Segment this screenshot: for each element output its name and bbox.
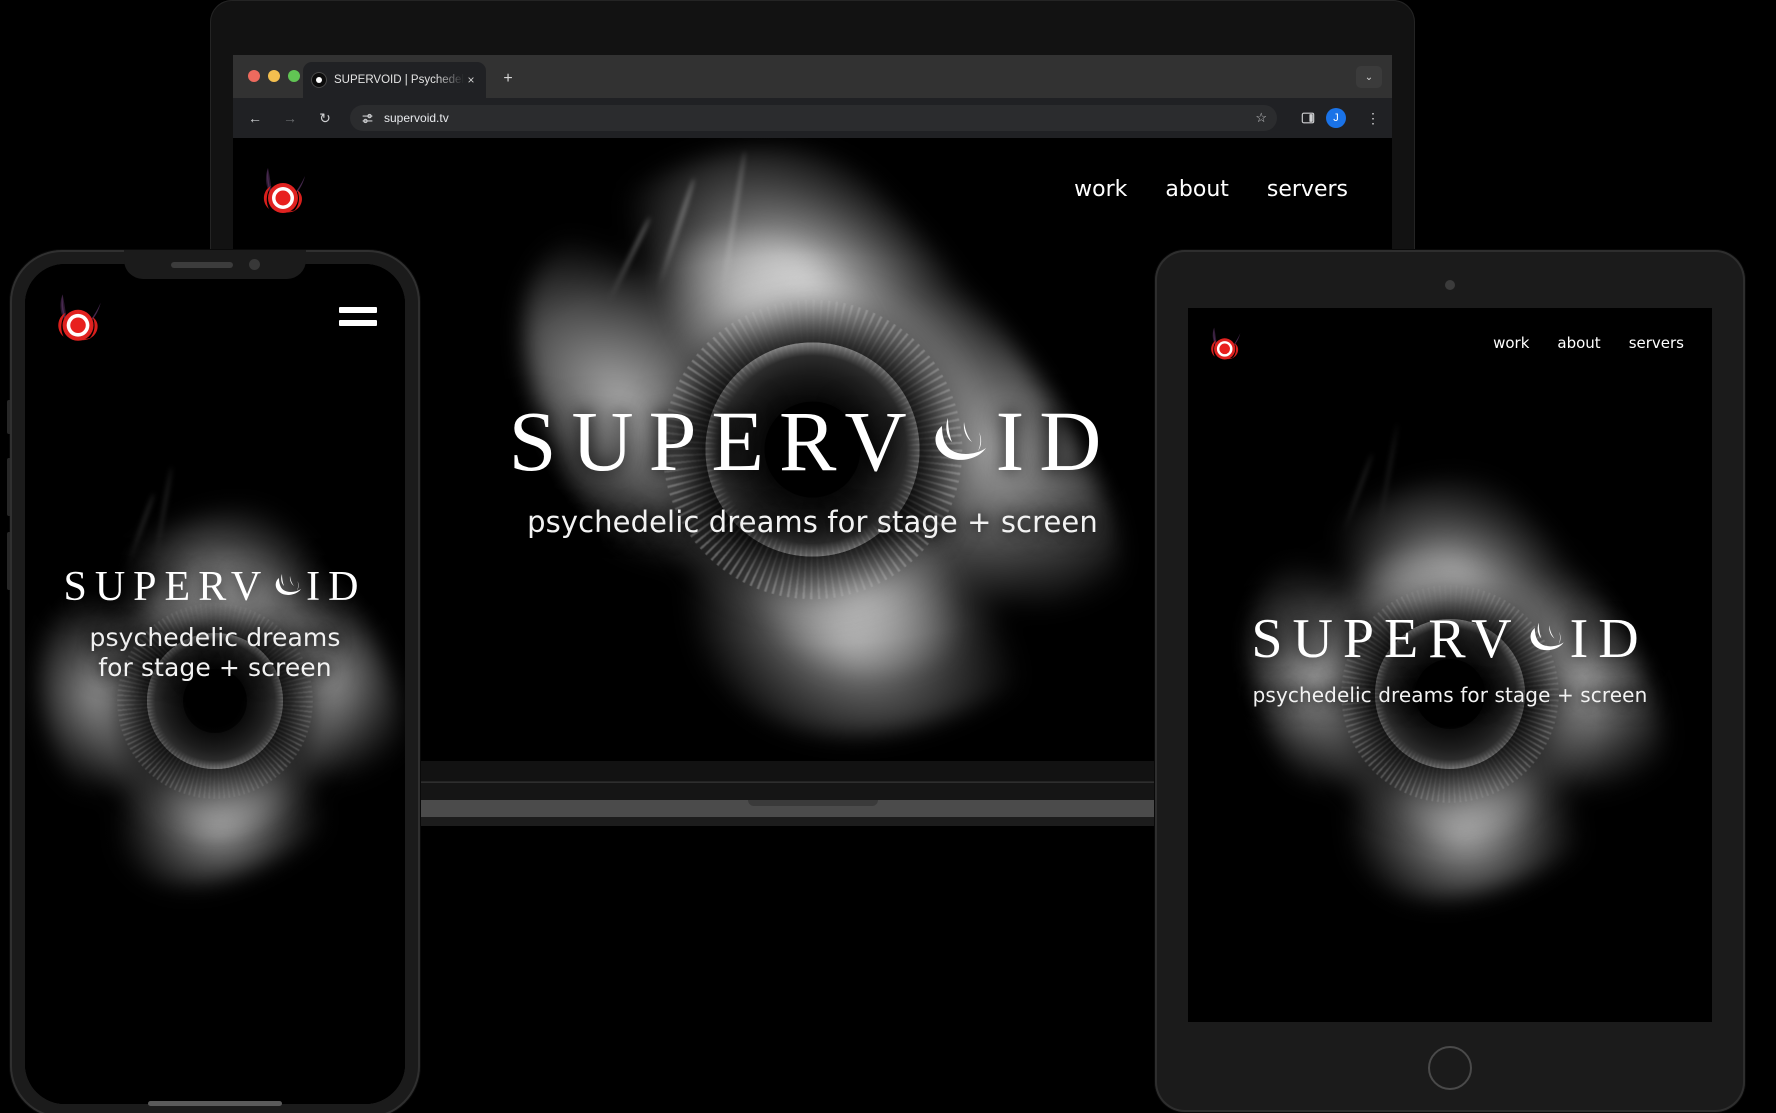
supervoid-favicon (311, 72, 327, 88)
phone-notch (124, 250, 306, 279)
side-panel-icon[interactable] (1295, 105, 1321, 131)
window-zoom-button[interactable] (288, 70, 300, 82)
phone-home-indicator (148, 1101, 282, 1106)
new-tab-button[interactable]: + (498, 69, 518, 89)
browser-tab-title: SUPERVOID | Psychedelic Dre (334, 74, 464, 86)
hero-copy-mobile: SUPERV ID psychedelic dreams for stage +… (25, 564, 405, 682)
phone-silent-switch[interactable] (7, 400, 10, 434)
site-nav-tablet: work about servers (1493, 334, 1694, 352)
forward-icon[interactable]: → (277, 105, 303, 131)
hero-tagline-mobile-line2: for stage + screen (98, 652, 332, 682)
nav-link-work[interactable]: work (1493, 334, 1529, 352)
wordmark-void-glyph (270, 569, 305, 600)
smoke-wisp-b (153, 466, 173, 558)
tablet-body: work about servers SUPERV ID psychedelic… (1155, 250, 1745, 1112)
browser-menu-icon[interactable]: ⋮ (1360, 105, 1386, 131)
device-phone: SUPERV ID psychedelic dreams for stage +… (7, 250, 420, 1113)
phone-volume-up-button[interactable] (7, 458, 10, 516)
site-settings-icon[interactable] (360, 111, 375, 126)
browser-tab[interactable]: SUPERVOID | Psychedelic Dre × (303, 62, 486, 98)
window-controls (248, 70, 300, 82)
nav-link-about[interactable]: about (1165, 177, 1228, 202)
hero-section-mobile: SUPERV ID psychedelic dreams for stage +… (25, 264, 405, 1104)
wordmark-tablet: SUPERV ID (1188, 611, 1712, 667)
browser-toolbar: ← → ↻ supervoid.tv ☆ J ⋮ (233, 98, 1392, 138)
nav-link-about[interactable]: about (1557, 334, 1600, 352)
phone-front-camera (248, 259, 260, 270)
device-tablet: work about servers SUPERV ID psychedelic… (1155, 250, 1745, 1112)
supervoid-eye-logo[interactable] (251, 160, 313, 218)
window-minimize-button[interactable] (268, 70, 280, 82)
wordmark-part-after: ID (306, 564, 367, 610)
mockup-scene: SUPERVOID | Psychedelic Dre × + ⌄ ← → ↻ (0, 0, 1776, 1113)
bookmark-star-icon[interactable]: ☆ (1255, 110, 1267, 126)
wordmark-part-before: SUPERV (63, 564, 270, 610)
reload-icon[interactable]: ↻ (312, 105, 338, 131)
hero-tagline-mobile-line1: psychedelic dreams (89, 623, 341, 653)
wordmark-part-before: SUPERV (508, 393, 922, 489)
phone-screen: SUPERV ID psychedelic dreams for stage +… (25, 264, 405, 1104)
close-icon[interactable]: × (464, 74, 478, 86)
hamburger-bar-2 (339, 319, 377, 326)
phone-body: SUPERV ID psychedelic dreams for stage +… (7, 250, 420, 1113)
smoke-wisp-a (125, 492, 156, 567)
vignette-overlay (25, 264, 405, 1104)
site-header-desktop: work about servers (233, 138, 1392, 218)
wordmark-mobile: SUPERV ID (25, 564, 405, 610)
toolbar-right-actions: J ⋮ (1286, 105, 1392, 131)
site-nav-desktop: work about servers (1074, 177, 1366, 202)
nav-link-work[interactable]: work (1074, 177, 1127, 202)
wordmark-part-after: ID (1569, 608, 1649, 670)
browser-tabstrip: SUPERVOID | Psychedelic Dre × + ⌄ (233, 55, 1392, 98)
phone-volume-down-button[interactable] (7, 532, 10, 590)
supervoid-eye-logo[interactable] (45, 286, 109, 346)
smoke-wisp-c (606, 216, 651, 304)
phone-earpiece-speaker (170, 261, 233, 268)
nav-link-servers[interactable]: servers (1267, 177, 1348, 202)
hero-tagline-tablet: psychedelic dreams for stage + screen (1252, 682, 1648, 707)
laptop-base-notch (747, 800, 878, 806)
tablet-home-button[interactable] (1428, 1046, 1472, 1090)
tablet-front-camera (1445, 280, 1455, 290)
wordmark-part-before: SUPERV (1251, 608, 1522, 670)
address-bar[interactable]: supervoid.tv ☆ (350, 105, 1277, 131)
hamburger-menu-icon[interactable] (339, 303, 377, 329)
nav-link-servers[interactable]: servers (1629, 334, 1684, 352)
url-text[interactable]: supervoid.tv (384, 111, 449, 125)
wordmark-part-after: ID (995, 393, 1117, 489)
hero-tagline-desktop: psychedelic dreams for stage + screen (527, 504, 1098, 539)
site-header-tablet: work about servers (1188, 308, 1712, 363)
window-close-button[interactable] (248, 70, 260, 82)
chevron-down-icon[interactable]: ⌄ (1356, 66, 1382, 88)
supervoid-eye-logo[interactable] (1202, 322, 1246, 363)
wordmark-void-glyph (924, 408, 994, 470)
wordmark-desktop: SUPERV ID (233, 398, 1392, 484)
profile-avatar[interactable]: J (1326, 108, 1346, 128)
back-icon[interactable]: ← (242, 105, 268, 131)
hero-copy-desktop: SUPERV ID psychedelic dreams for stage +… (233, 398, 1392, 539)
hamburger-bar-1 (339, 306, 377, 313)
hero-copy-tablet: SUPERV ID psychedelic dreams for stage +… (1188, 611, 1712, 707)
wordmark-void-glyph (1523, 616, 1569, 657)
